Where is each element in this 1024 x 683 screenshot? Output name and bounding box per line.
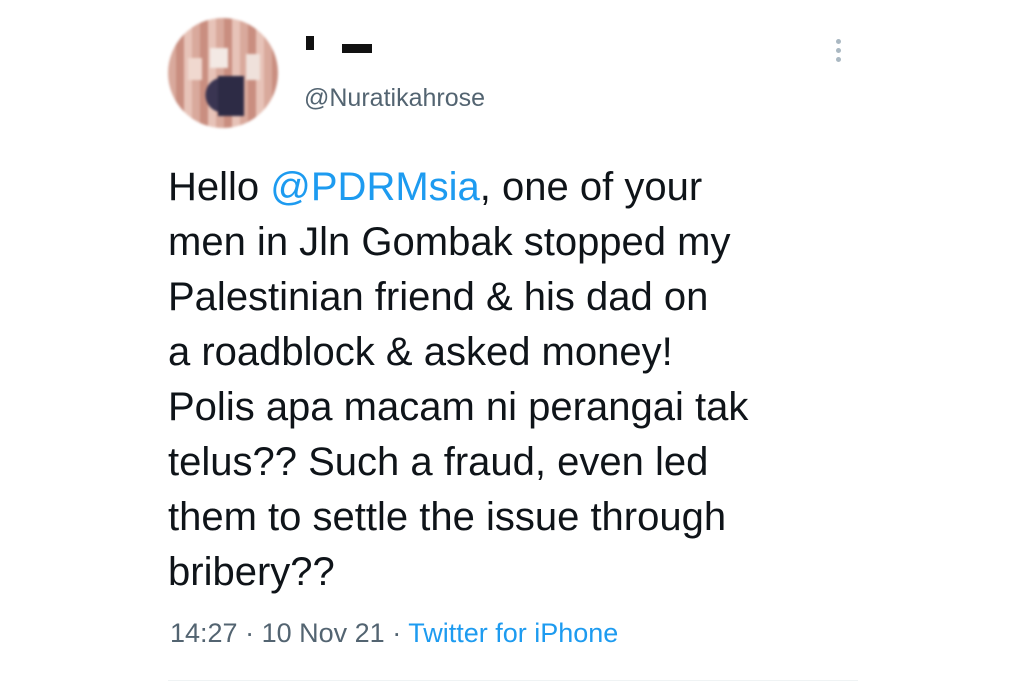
tweet-meta: 14:27 · 10 Nov 21 · Twitter for iPhone <box>170 618 618 649</box>
user-handle[interactable]: @Nuratikahrose <box>304 84 485 113</box>
avatar[interactable] <box>168 18 278 128</box>
tweet-greeting: Hello <box>168 165 271 209</box>
redaction-mark <box>342 44 372 53</box>
tweet-card: @Nuratikahrose Hello @PDRMsia, one of yo… <box>0 0 1024 683</box>
redaction-mark <box>306 36 314 50</box>
avatar-pixel-block <box>210 48 228 68</box>
avatar-pixel-block <box>218 76 244 116</box>
tweet-body: , one of your men in Jln Gombak stopped … <box>168 165 749 594</box>
meta-separator: · <box>245 618 255 648</box>
tweet-date[interactable]: 10 Nov 21 <box>262 618 385 648</box>
divider <box>168 680 858 681</box>
avatar-pixel-block <box>188 58 202 80</box>
more-dot <box>836 57 841 62</box>
more-dot <box>836 48 841 53</box>
avatar-pixel-block <box>246 54 260 80</box>
meta-separator: · <box>392 618 402 648</box>
more-dot <box>836 39 841 44</box>
mention-link[interactable]: @PDRMsia <box>270 165 480 209</box>
tweet-time[interactable]: 14:27 <box>170 618 238 648</box>
more-vertical-icon[interactable] <box>826 36 850 66</box>
tweet-text: Hello @PDRMsia, one of your men in Jln G… <box>168 160 848 600</box>
tweet-source[interactable]: Twitter for iPhone <box>408 618 618 648</box>
